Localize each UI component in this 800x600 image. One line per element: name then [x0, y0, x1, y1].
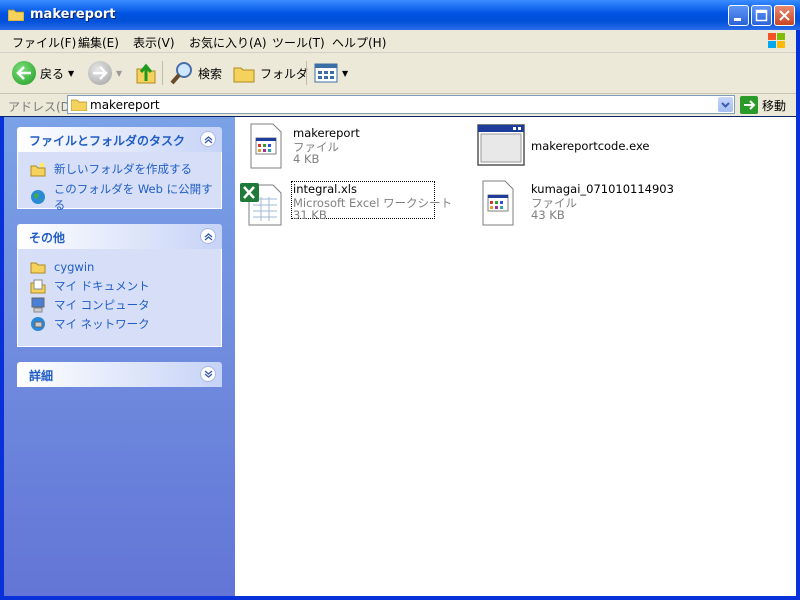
collapse-button[interactable] — [200, 131, 216, 147]
file-size: 4 KB — [293, 152, 320, 166]
title-bar[interactable]: makereport — [0, 0, 800, 30]
generic-file-icon — [250, 123, 282, 169]
file-list-area[interactable]: makereport ファイル 4 KB makereportcode.exe — [235, 117, 796, 596]
windows-logo-icon — [768, 33, 785, 48]
executable-icon — [477, 124, 525, 166]
back-arrow-icon — [12, 61, 36, 85]
excel-file-icon — [240, 183, 282, 226]
menu-view[interactable]: 表示(V) — [133, 34, 175, 51]
address-value: makereport — [90, 98, 160, 112]
address-input[interactable]: makereport — [67, 95, 735, 114]
folders-label: フォルダ — [260, 66, 309, 81]
my-network-link[interactable]: マイ ネットワーク — [30, 316, 150, 332]
new-folder-icon — [30, 162, 46, 177]
cygwin-link[interactable]: cygwin — [30, 259, 94, 275]
forward-arrow-icon — [88, 61, 112, 85]
file-name: integral.xls — [293, 182, 357, 196]
go-label: 移動 — [762, 98, 787, 113]
computer-icon — [31, 297, 45, 313]
file-item-makereportcode-exe[interactable]: makereportcode.exe — [477, 122, 697, 174]
folder-icon — [8, 9, 24, 21]
folder-icon — [30, 262, 46, 274]
panel-title: ファイルとフォルダのタスク — [29, 134, 186, 148]
go-button[interactable]: 移動 — [740, 96, 786, 114]
file-size: 31 KB — [293, 208, 327, 222]
search-icon — [170, 62, 192, 85]
window-title: makereport — [30, 7, 116, 22]
menu-help[interactable]: ヘルプ(H) — [332, 34, 386, 51]
chevron-down-icon — [721, 102, 730, 108]
address-label: アドレス(D) — [8, 100, 75, 114]
details-header[interactable]: 詳細 — [17, 362, 222, 387]
dropdown-arrow-icon[interactable]: ▼ — [342, 69, 348, 78]
go-arrow-icon — [740, 96, 758, 114]
network-icon — [31, 317, 45, 331]
file-size: 43 KB — [531, 208, 565, 222]
folder-icon — [71, 99, 87, 111]
forward-button[interactable]: ▼ — [88, 59, 122, 87]
file-item-makereport[interactable]: makereport ファイル 4 KB — [245, 122, 465, 174]
menu-bar: ファイル(F) 編集(E) 表示(V) お気に入り(A) ツール(T) ヘルプ(… — [0, 30, 800, 53]
toolbar: 戻る ▼ ▼ 検索 フォルダ ▼ — [0, 53, 800, 94]
menu-tools[interactable]: ツール(T) — [272, 34, 325, 51]
window-border-left — [0, 117, 4, 600]
minimize-icon — [734, 18, 741, 21]
chevron-down-icon — [204, 370, 213, 378]
maximize-button[interactable] — [751, 5, 772, 26]
up-folder-button[interactable] — [134, 59, 158, 87]
menu-edit[interactable]: 編集(E) — [78, 34, 119, 51]
explorer-window: makereport ファイル(F) 編集(E) 表示(V) お気に入り(A) … — [0, 0, 800, 600]
dropdown-arrow-icon[interactable]: ▼ — [68, 69, 74, 78]
dropdown-arrow-icon[interactable]: ▼ — [116, 69, 122, 78]
address-bar: アドレス(D) makereport 移動 — [0, 94, 800, 116]
search-button[interactable]: 検索 — [170, 59, 222, 87]
chevron-up-icon — [204, 136, 213, 144]
views-icon — [314, 63, 338, 83]
my-documents-link[interactable]: マイ ドキュメント — [30, 278, 150, 294]
folders-icon — [233, 67, 255, 83]
minimize-button[interactable] — [728, 5, 749, 26]
close-icon — [779, 10, 790, 21]
search-label: 検索 — [198, 66, 223, 81]
file-name: makereport — [293, 126, 360, 140]
toolbar-separator — [306, 61, 307, 85]
task-pane: ファイルとフォルダのタスク 新しいフォルダを作成する このフォルダを Web に… — [4, 117, 235, 596]
generic-file-icon — [482, 180, 514, 226]
window-border-right — [796, 30, 800, 600]
file-item-kumagai[interactable]: kumagai_071010114903 ファイル 43 KB — [481, 179, 701, 231]
file-name: makereportcode.exe — [531, 139, 650, 153]
expand-button[interactable] — [200, 366, 216, 382]
publish-web-link[interactable]: このフォルダを Web に公開する — [30, 181, 221, 213]
menu-favorites[interactable]: お気に入り(A) — [189, 34, 267, 51]
file-name: kumagai_071010114903 — [531, 182, 674, 196]
menu-file[interactable]: ファイル(F) — [12, 34, 76, 51]
maximize-icon — [755, 9, 768, 22]
file-item-integral-xls[interactable]: integral.xls Microsoft Excel ワークシート 31 K… — [239, 179, 459, 231]
other-places-header[interactable]: その他 — [17, 224, 222, 249]
chevron-up-icon — [204, 233, 213, 241]
toolbar-separator — [162, 61, 163, 85]
other-places-panel: cygwin マイ ドキュメント マイ コンピュータ マイ ネットワーク — [17, 249, 222, 347]
close-button[interactable] — [774, 5, 795, 26]
globe-icon — [31, 190, 45, 204]
my-computer-link[interactable]: マイ コンピュータ — [30, 297, 150, 313]
panel-title: 詳細 — [29, 369, 54, 383]
back-label: 戻る — [40, 66, 65, 81]
new-folder-link[interactable]: 新しいフォルダを作成する — [30, 161, 192, 177]
file-folder-tasks-panel: 新しいフォルダを作成する このフォルダを Web に公開する — [17, 152, 222, 212]
file-folder-tasks-header[interactable]: ファイルとフォルダのタスク — [17, 127, 222, 152]
address-dropdown-button[interactable] — [718, 97, 733, 112]
documents-icon — [30, 279, 46, 294]
up-folder-icon — [136, 63, 156, 84]
views-button[interactable]: ▼ — [314, 59, 348, 87]
back-button[interactable]: 戻る ▼ — [12, 59, 74, 87]
collapse-button[interactable] — [200, 228, 216, 244]
folders-button[interactable]: フォルダ — [232, 59, 308, 87]
panel-title: その他 — [29, 231, 66, 245]
window-border-bottom — [0, 596, 800, 600]
